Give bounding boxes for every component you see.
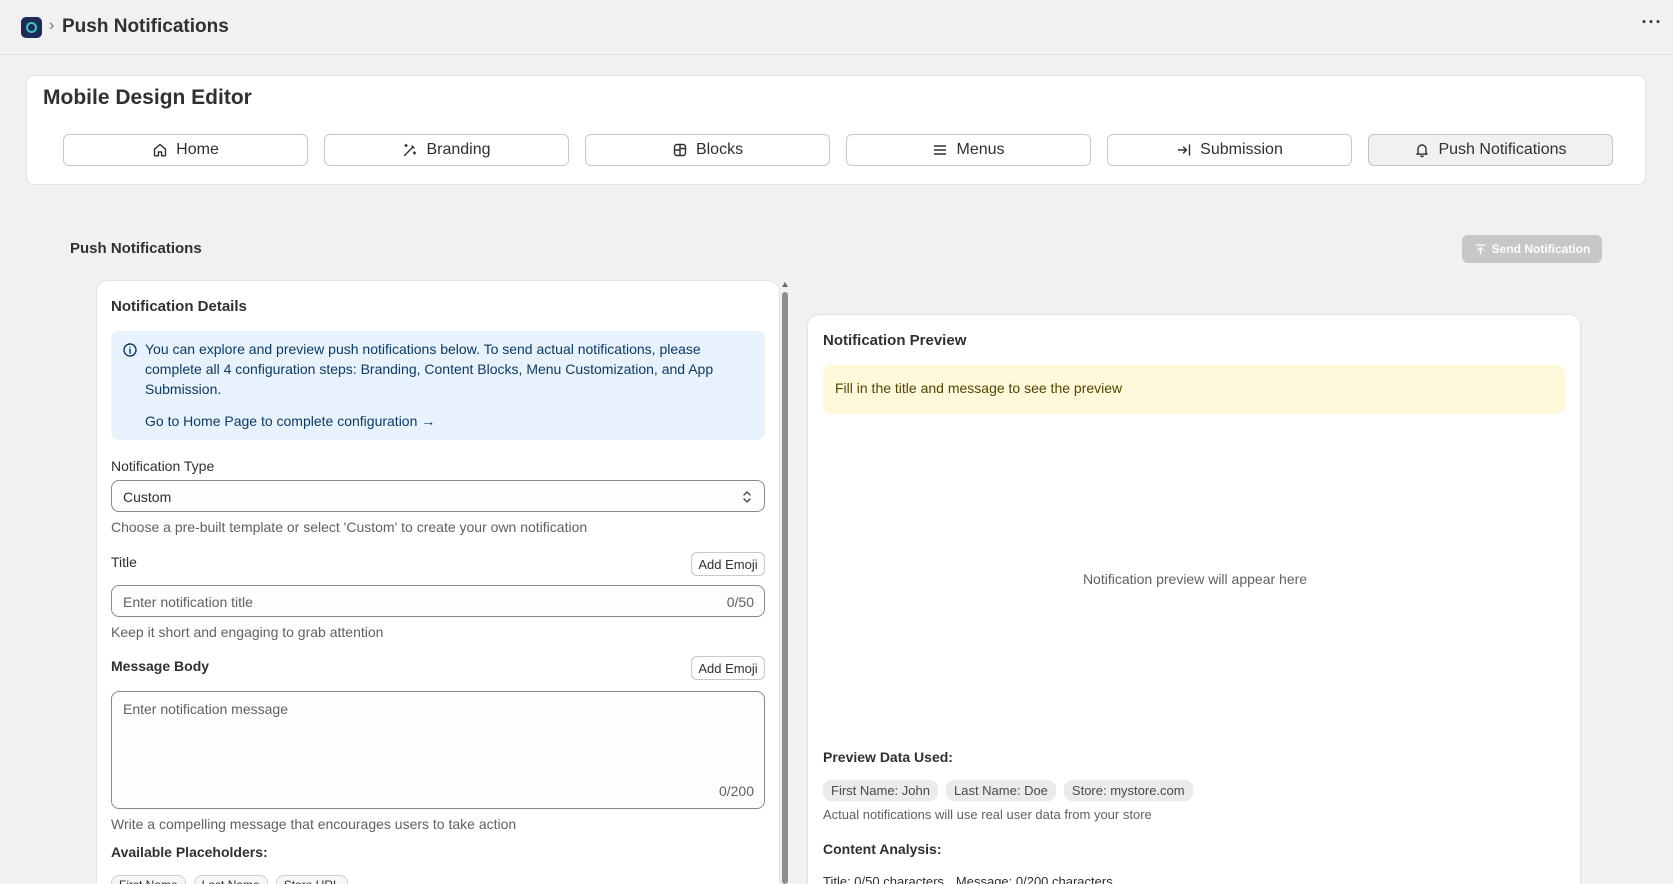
notification-type-help: Choose a pre-built template or select 'C… (111, 519, 588, 535)
placeholder-chip-store-url[interactable]: Store URL (275, 875, 348, 884)
menu-icon (934, 145, 947, 155)
breadcrumb-separator: › (49, 17, 55, 34)
tab-home-label: Home (176, 141, 219, 158)
tab-submission-label: Submission (1200, 141, 1283, 158)
tab-push-notifications-label: Push Notifications (1438, 141, 1567, 158)
message-add-emoji-button[interactable]: Add Emoji (691, 656, 765, 680)
tab-push-notifications[interactable]: Push Notifications (1368, 134, 1613, 166)
content-analysis-label: Content Analysis: (823, 841, 942, 857)
magic-wand-icon (404, 143, 417, 157)
bell-icon (1416, 144, 1429, 158)
tab-menus-label: Menus (956, 141, 1005, 158)
home-icon (153, 143, 167, 157)
preview-data-first-name: First Name: John (823, 780, 938, 801)
more-actions-button[interactable]: ··· (1640, 12, 1664, 42)
info-text: You can explore and preview push notific… (145, 341, 714, 397)
editor-title: Mobile Design Editor (43, 86, 252, 109)
tab-blocks[interactable]: Blocks (585, 134, 830, 166)
section-title: Push Notifications (70, 240, 202, 257)
preview-data-note: Actual notifications will use real user … (823, 807, 1152, 822)
preview-data-store: Store: mystore.com (1063, 780, 1193, 801)
tab-branding-label: Branding (426, 141, 491, 158)
preview-warning-banner: Fill in the title and message to see the… (823, 365, 1565, 414)
scroll-up-arrow-icon[interactable] (782, 282, 788, 287)
placeholders-label: Available Placeholders: (111, 844, 268, 860)
title-char-count: 0/50 (726, 594, 754, 610)
message-body-textarea[interactable]: Enter notification message 0/200 (111, 691, 765, 809)
notification-type-label: Notification Type (111, 458, 215, 474)
preview-warning-text: Fill in the title and message to see the… (835, 380, 1123, 396)
title-help: Keep it short and engaging to grab atten… (111, 624, 384, 640)
preview-placeholder: Notification preview will appear here (1082, 571, 1308, 587)
notification-type-value: Custom (123, 489, 172, 505)
tab-menus[interactable]: Menus (846, 134, 1091, 166)
preview-data-label: Preview Data Used: (823, 749, 953, 765)
tab-home[interactable]: Home (63, 134, 308, 166)
info-icon (123, 343, 137, 357)
details-scrollbar[interactable] (782, 282, 788, 884)
analysis-message-count: Message: 0/200 characters (955, 874, 1113, 884)
message-help: Write a compelling message that encourag… (111, 816, 517, 832)
content-analysis: Title: 0/50 characters Message: 0/200 ch… (823, 874, 1113, 884)
notification-details-card: Notification Details You can explore and… (96, 280, 780, 884)
notification-preview-card: Notification Preview Fill in the title a… (807, 314, 1581, 884)
blocks-icon (673, 143, 687, 157)
notification-type-select[interactable]: Custom (111, 480, 765, 512)
title-input[interactable]: Enter notification title 0/50 (111, 585, 765, 617)
analysis-title-count: Title: 0/50 characters (823, 874, 944, 884)
app-logo-icon[interactable] (21, 17, 42, 38)
arrow-right-to-line-icon (1177, 144, 1191, 156)
preview-data-last-name: Last Name: Doe (945, 780, 1056, 801)
tab-branding[interactable]: Branding (324, 134, 569, 166)
info-banner: You can explore and preview push notific… (111, 331, 765, 440)
placeholder-chip-last-name[interactable]: Last Name (193, 875, 268, 884)
editor-tabs: Home Branding Blocks Menus Submission Pu… (63, 134, 1613, 166)
preview-heading: Notification Preview (823, 332, 967, 349)
upload-icon (1475, 243, 1486, 255)
details-heading: Notification Details (111, 298, 247, 315)
placeholder-chip-first-name[interactable]: First Name (111, 875, 186, 884)
home-config-link[interactable]: Go to Home Page to complete configuratio… (145, 413, 435, 429)
select-chevron-icon (743, 491, 751, 503)
top-bar: › Push Notifications ··· (0, 0, 1673, 55)
title-placeholder: Enter notification title (123, 594, 253, 610)
tab-blocks-label: Blocks (695, 141, 744, 158)
message-placeholder: Enter notification message (123, 701, 288, 717)
scrollbar-thumb[interactable] (782, 292, 788, 884)
editor-card: Mobile Design Editor Home Branding Block… (26, 75, 1646, 185)
send-notification-label: Send Notification (1491, 242, 1591, 256)
message-char-count: 0/200 (718, 783, 754, 799)
title-add-emoji-button[interactable]: Add Emoji (691, 552, 765, 576)
placeholder-chips: First Name Last Name Store URL (111, 875, 348, 884)
send-notification-button[interactable]: Send Notification (1462, 235, 1602, 263)
page-title: Push Notifications (62, 16, 229, 37)
preview-data-chips: First Name: John Last Name: Doe Store: m… (823, 780, 1193, 801)
message-body-label: Message Body (111, 658, 210, 674)
tab-submission[interactable]: Submission (1107, 134, 1352, 166)
title-label: Title (111, 554, 137, 570)
